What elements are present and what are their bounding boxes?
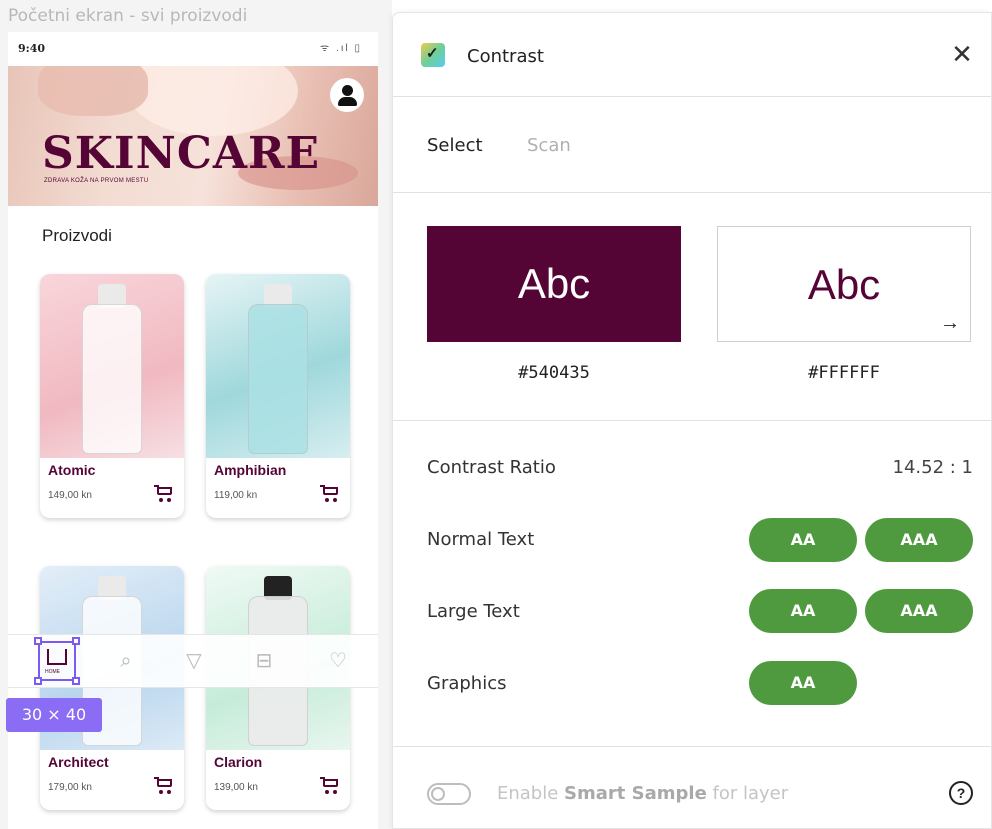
filter-icon[interactable]: ▽ — [182, 649, 206, 673]
background-hex[interactable]: #FFFFFF — [717, 363, 971, 383]
brand-title: SKINCARE — [42, 128, 321, 179]
product-name: Atomic — [48, 462, 96, 478]
product-image — [40, 274, 184, 458]
home-nav-button[interactable]: HOME — [34, 637, 80, 685]
product-card[interactable]: Amphibian 119,00 kn — [206, 274, 350, 518]
home-icon — [47, 649, 67, 665]
divider — [393, 746, 991, 747]
large-text-aa-badge: AA — [749, 589, 857, 633]
cart-icon[interactable]: ⊟ — [252, 649, 276, 673]
frame-title[interactable]: Početni ekran - svi proizvodi — [8, 6, 247, 26]
contrast-ratio-value: 14.52 : 1 — [892, 457, 974, 478]
normal-text-label: Normal Text — [427, 529, 535, 550]
contrast-app-icon: ✓ — [421, 43, 445, 67]
contrast-ratio-label: Contrast Ratio — [427, 457, 556, 478]
divider — [393, 420, 991, 421]
selection-size-badge: 30 × 40 — [6, 698, 102, 732]
status-time: 9:40 — [18, 42, 46, 55]
product-image — [206, 274, 350, 458]
large-text-aaa-badge: AAA — [865, 589, 973, 633]
skincare-banner: SKINCARE ZDRAVA KOŽA NA PRVOM MESTU — [8, 66, 378, 206]
add-to-cart-icon[interactable] — [154, 776, 174, 794]
add-to-cart-icon[interactable] — [320, 484, 340, 502]
panel-titlebar: ✓ Contrast ✕ — [393, 13, 991, 97]
product-name: Clarion — [214, 754, 263, 770]
smart-sample-label: Enable Smart Sample for layer — [497, 783, 789, 804]
arrow-right-icon[interactable]: → — [940, 313, 960, 333]
add-to-cart-icon[interactable] — [320, 776, 340, 794]
search-icon[interactable]: ⌕ — [114, 649, 138, 673]
close-icon[interactable]: ✕ — [947, 39, 977, 69]
product-name: Amphibian — [214, 462, 287, 478]
normal-text-aa-badge: AA — [749, 518, 857, 562]
brand-tagline: ZDRAVA KOŽA NA PRVOM MESTU — [44, 178, 149, 184]
home-label: HOME — [45, 669, 60, 675]
product-card[interactable]: Architect 179,00 kn — [40, 566, 184, 810]
mode-tabs: Select Scan — [393, 97, 991, 193]
tab-scan[interactable]: Scan — [527, 135, 571, 156]
status-icons: ᯤ .ıl ▯ — [320, 43, 362, 54]
large-text-label: Large Text — [427, 601, 520, 622]
graphics-aa-badge: AA — [749, 661, 857, 705]
design-canvas[interactable]: Početni ekran - svi proizvodi 9:40 ᯤ .ıl… — [0, 0, 392, 829]
tab-select[interactable]: Select — [427, 135, 483, 156]
product-name: Architect — [48, 754, 109, 770]
product-price: 149,00 kn — [48, 490, 92, 501]
foreground-sample: Abc — [517, 260, 591, 307]
panel-title: Contrast — [467, 46, 544, 67]
product-price: 139,00 kn — [214, 782, 258, 793]
help-icon[interactable]: ? — [949, 781, 973, 805]
foreground-swatch[interactable]: Abc — [427, 226, 681, 342]
product-card[interactable]: Clarion 139,00 kn — [206, 566, 350, 810]
foreground-hex[interactable]: #540435 — [427, 363, 681, 383]
product-card[interactable]: Atomic 149,00 kn — [40, 274, 184, 518]
graphics-label: Graphics — [427, 673, 507, 694]
status-bar: 9:40 ᯤ .ıl ▯ — [8, 32, 378, 66]
normal-text-aaa-badge: AAA — [865, 518, 973, 562]
smart-sample-toggle[interactable] — [427, 783, 471, 805]
bottom-nav: HOME ⌕ ▽ ⊟ ♡ — [8, 634, 378, 688]
product-price: 119,00 kn — [214, 490, 258, 501]
heart-icon[interactable]: ♡ — [326, 649, 350, 673]
background-swatch[interactable]: Abc → — [717, 226, 971, 342]
contrast-plugin-panel: ✓ Contrast ✕ Select Scan Abc Abc → #5404… — [392, 12, 992, 829]
add-to-cart-icon[interactable] — [154, 484, 174, 502]
profile-avatar-icon[interactable] — [330, 78, 364, 112]
section-title: Proizvodi — [42, 226, 112, 245]
background-sample: Abc — [807, 261, 881, 308]
product-price: 179,00 kn — [48, 782, 92, 793]
